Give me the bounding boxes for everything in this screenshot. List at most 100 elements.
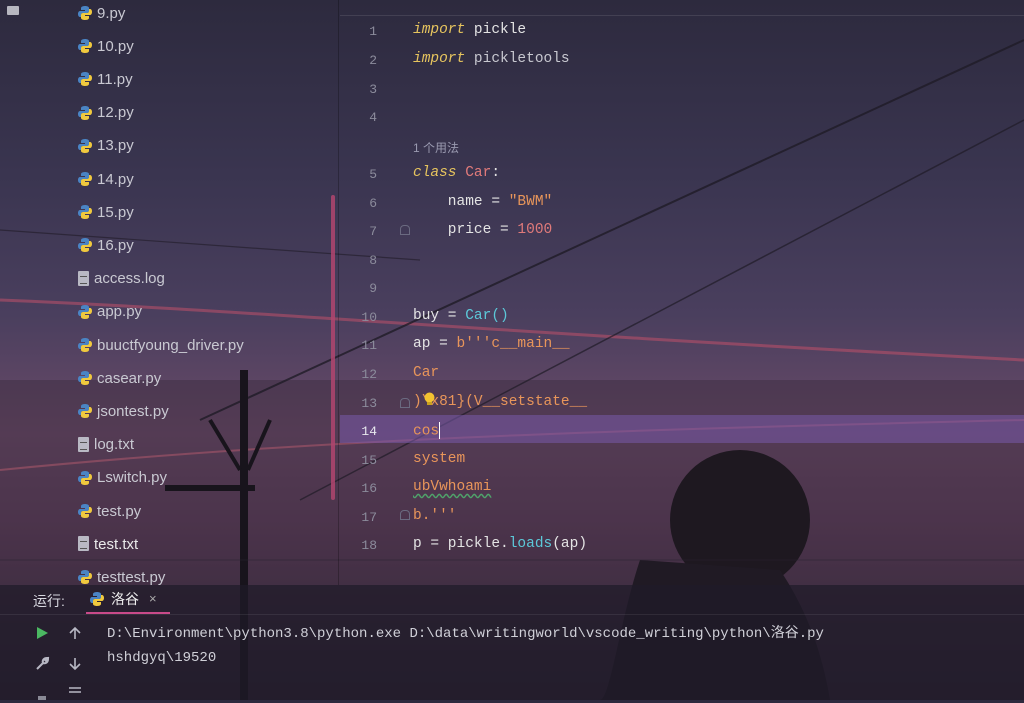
- tree-item[interactable]: Lswitch.py: [77, 466, 167, 490]
- tree-item[interactable]: test.py: [77, 499, 141, 523]
- editor-top-border: [340, 15, 1024, 16]
- tree-item-label: 14.py: [97, 170, 134, 188]
- line-number[interactable]: 7: [347, 224, 377, 239]
- line-number[interactable]: 17: [347, 510, 377, 525]
- fold-marker[interactable]: [400, 398, 410, 408]
- console-output: hshdgyq\19520: [107, 650, 217, 666]
- line-number[interactable]: 18: [347, 538, 377, 553]
- current-line-highlight: [340, 415, 1024, 443]
- tree-item[interactable]: 13.py: [77, 134, 134, 158]
- code-line-7[interactable]: price = 1000: [413, 222, 552, 238]
- code-line-17[interactable]: b.''': [413, 508, 457, 524]
- stop-icon[interactable]: [33, 685, 51, 703]
- tree-item[interactable]: buuctfyoung_driver.py: [77, 333, 244, 357]
- python-file-icon: [78, 39, 92, 54]
- tree-item[interactable]: 15.py: [77, 200, 134, 224]
- pane-divider[interactable]: [338, 0, 339, 585]
- line-number[interactable]: 1: [347, 24, 377, 39]
- tree-item[interactable]: test.txt: [77, 532, 138, 556]
- run-tab[interactable]: 洛谷 ×: [86, 585, 170, 614]
- arrow-down-icon[interactable]: [66, 655, 84, 673]
- line-number[interactable]: 8: [347, 253, 377, 268]
- tree-item[interactable]: app.py: [77, 300, 142, 324]
- line-number[interactable]: 9: [347, 281, 377, 296]
- line-number[interactable]: 15: [347, 453, 377, 468]
- tree-item-label: 10.py: [97, 37, 134, 55]
- tree-item-label: 13.py: [97, 137, 134, 155]
- fold-marker[interactable]: [400, 225, 410, 235]
- tree-item-label: 11.py: [97, 70, 133, 88]
- tree-item[interactable]: 14.py: [77, 167, 134, 191]
- tree-item-label: access.log: [94, 270, 165, 288]
- code-line-16[interactable]: ubVwhoami: [413, 479, 491, 495]
- tree-scrollbar[interactable]: [331, 195, 335, 500]
- lightbulb-icon[interactable]: [423, 392, 436, 407]
- play-icon[interactable]: [33, 624, 51, 642]
- code-line-2[interactable]: import pickletools: [413, 51, 570, 67]
- python-file-icon: [78, 6, 92, 20]
- code-line-18[interactable]: p = pickle.loads(ap): [413, 536, 587, 552]
- line-number[interactable]: 5: [347, 167, 377, 182]
- text-caret: [439, 422, 441, 439]
- line-number[interactable]: 10: [347, 310, 377, 325]
- tree-item[interactable]: testtest.py: [77, 565, 165, 585]
- tree-item-label: testtest.py: [97, 568, 166, 585]
- tree-item[interactable]: access.log: [77, 267, 165, 291]
- line-number[interactable]: 13: [347, 396, 377, 411]
- tree-item-label: jsontest.py: [97, 402, 169, 420]
- python-file-icon: [78, 470, 92, 485]
- line-number[interactable]: 11: [347, 338, 377, 353]
- python-file-icon: [78, 205, 92, 220]
- tree-item[interactable]: casear.py: [77, 366, 161, 390]
- tree-item[interactable]: jsontest.py: [77, 399, 169, 423]
- tree-item-label: app.py: [97, 303, 143, 321]
- tree-item[interactable]: 9.py: [77, 1, 125, 25]
- line-number[interactable]: 6: [347, 196, 377, 211]
- python-file-icon: [78, 371, 92, 386]
- text-file-icon: [77, 536, 90, 552]
- tree-item[interactable]: 11.py: [77, 67, 133, 91]
- console-command: D:\Environment\python3.8\python.exe D:\d…: [107, 626, 824, 642]
- line-number[interactable]: 2: [347, 53, 377, 68]
- soft-wrap-icon[interactable]: [66, 683, 84, 701]
- run-toolbar: [0, 615, 92, 700]
- code-line-15[interactable]: system: [413, 451, 465, 467]
- code-line-13[interactable]: )\x81}(V__setstate__: [413, 394, 587, 410]
- tree-item-label: 12.py: [97, 104, 134, 122]
- tree-item[interactable]: 16.py: [77, 233, 134, 257]
- folder-icon: [7, 6, 19, 15]
- code-editor[interactable]: 1 2 3 4 5 6 7 8 9 10 11 12 13 14 15 16 17 18 1 个用法 import…: [340, 0, 1024, 585]
- python-file-icon: [78, 72, 92, 87]
- usage-hint[interactable]: 1 个用法: [413, 139, 459, 156]
- tree-item-label: log.txt: [94, 436, 135, 454]
- code-line-5[interactable]: class Car:: [413, 165, 500, 181]
- wrench-icon[interactable]: [33, 655, 51, 673]
- line-number[interactable]: 12: [347, 367, 377, 382]
- arrow-up-icon[interactable]: [66, 624, 84, 642]
- run-tab-label: 洛谷: [111, 590, 139, 607]
- code-line-10[interactable]: buy = Car(): [413, 308, 509, 324]
- tree-item-label: 16.py: [97, 236, 134, 254]
- tree-item[interactable]: log.txt: [77, 433, 134, 457]
- line-number[interactable]: 16: [347, 481, 377, 496]
- tree-item-label: casear.py: [97, 369, 162, 387]
- code-line-11[interactable]: ap = b'''c__main__: [413, 336, 570, 352]
- tree-item[interactable]: 10.py: [77, 34, 134, 58]
- code-line-14[interactable]: cos: [413, 422, 441, 439]
- python-file-icon: [78, 172, 92, 186]
- line-number[interactable]: 4: [347, 110, 377, 125]
- close-icon[interactable]: ×: [149, 591, 157, 606]
- text-file-icon: [77, 436, 90, 453]
- fold-marker[interactable]: [400, 510, 410, 520]
- code-line-6[interactable]: name = "BWM": [413, 194, 552, 210]
- code-line-12[interactable]: Car: [413, 365, 439, 381]
- python-icon: [90, 591, 104, 606]
- line-number[interactable]: 14: [347, 424, 377, 439]
- line-number[interactable]: 3: [347, 82, 377, 97]
- python-file-icon: [78, 304, 92, 319]
- tree-item-label: buuctfyoung_driver.py: [97, 336, 244, 354]
- project-tree: 9.py 10.py 11.py 12.py 13.py 14.py 15.py 16.py a…: [0, 0, 330, 585]
- tree-item[interactable]: 12.py: [77, 101, 134, 125]
- code-line-1[interactable]: import pickle: [413, 22, 526, 38]
- python-file-icon: [78, 504, 92, 518]
